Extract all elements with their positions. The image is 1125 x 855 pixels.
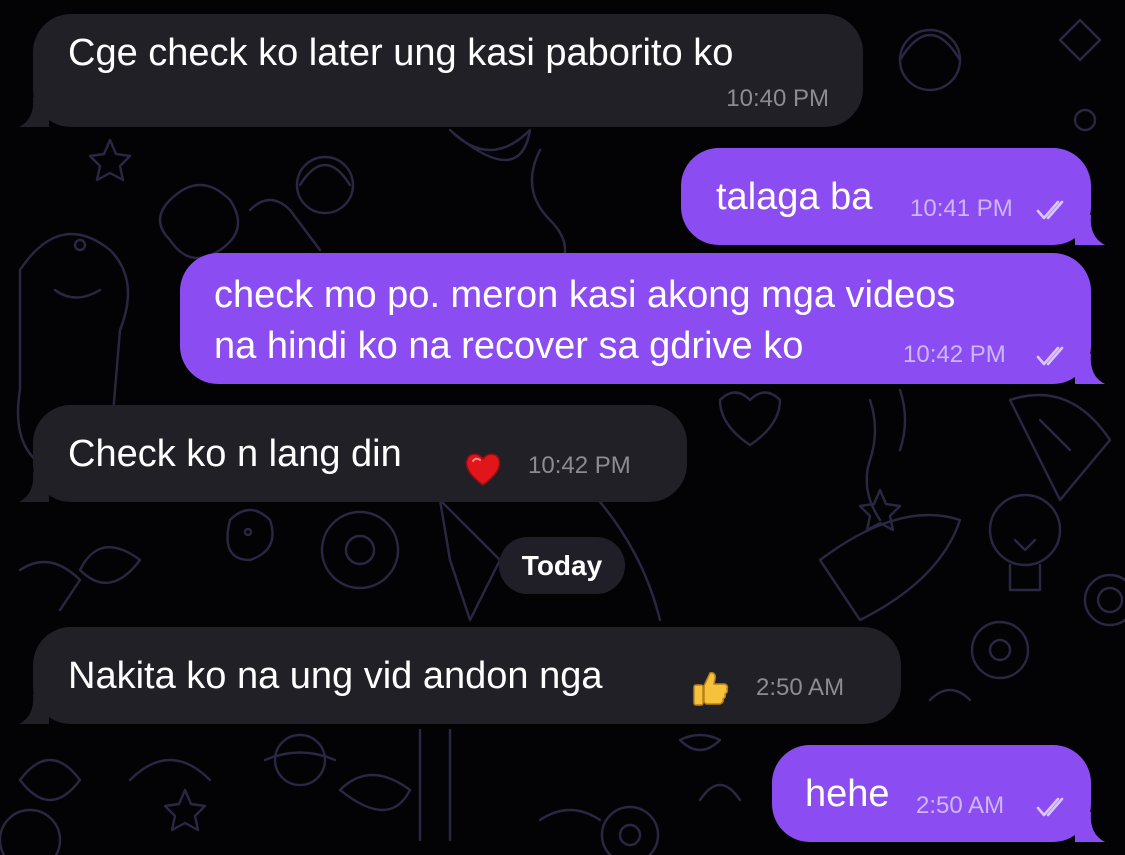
message-time: 10:42 PM [903,341,1006,368]
message-time: 2:50 AM [756,674,845,701]
message-text: talaga ba [716,176,873,218]
message-time: 2:50 AM [916,792,1005,819]
message-bubble-incoming[interactable]: Check ko n lang din 10:42 PM [19,405,687,502]
bubble-tail [19,472,49,502]
bubble-tail [1075,812,1105,842]
heart-icon[interactable] [463,449,503,489]
bubble-tail [19,694,49,724]
message-text: Check ko n lang din [68,433,402,475]
message-text: Cge check ko later ung kasi paborito ko [68,32,734,74]
message-text: Nakita ko na ung vid andon nga [68,655,603,697]
read-double-check-icon [1036,200,1064,220]
message-bubble-outgoing[interactable]: hehe 2:50 AM [772,745,1105,842]
bubble-tail [1075,354,1105,384]
bubble-tail [1075,215,1105,245]
message-text: hehe [805,773,890,815]
date-separator: Today [499,537,625,594]
message-time: 10:40 PM [726,85,829,112]
thumbs-up-icon[interactable] [690,669,730,709]
message-text-line: check mo po. meron kasi akong mga videos [214,274,956,316]
message-bubble-incoming[interactable]: Cge check ko later ung kasi paborito ko … [19,14,863,127]
message-bubble-outgoing[interactable]: talaga ba 10:41 PM [681,148,1105,245]
chat-view: Cge check ko later ung kasi paborito ko … [0,0,1125,855]
message-bubble-incoming[interactable]: Nakita ko na ung vid andon nga 2:50 AM [19,627,901,724]
message-text-line: na hindi ko na recover sa gdrive ko [214,325,804,367]
message-bubble-outgoing[interactable]: check mo po. meron kasi akong mga videos… [180,253,1105,384]
bubble-tail [19,97,49,127]
read-double-check-icon [1036,346,1064,366]
message-time: 10:42 PM [528,452,631,479]
read-double-check-icon [1036,797,1064,817]
message-time: 10:41 PM [910,195,1013,222]
